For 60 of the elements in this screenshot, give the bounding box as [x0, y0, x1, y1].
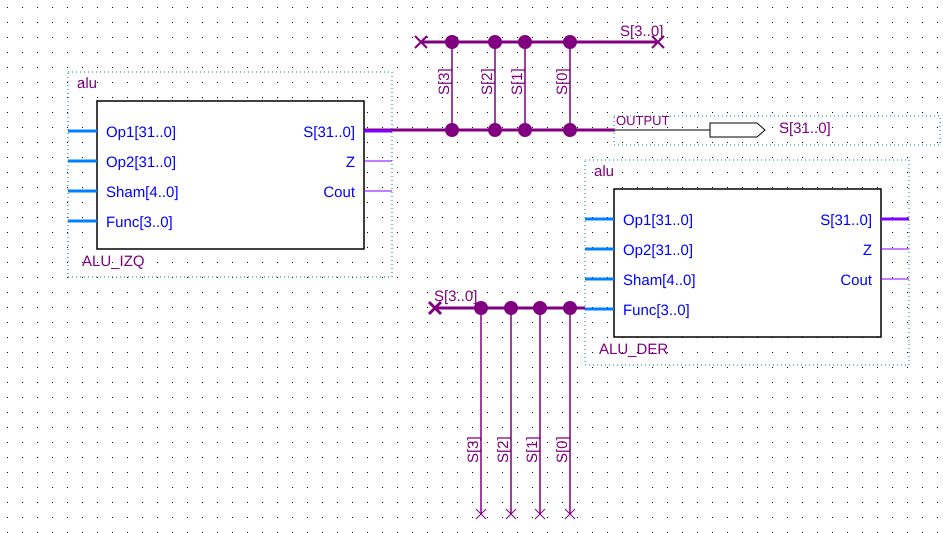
unconnected-end-icon — [506, 508, 516, 520]
tap-label: S[2] — [479, 68, 496, 95]
junction-dot — [504, 301, 518, 315]
tap-label: S[0] — [554, 436, 571, 463]
junction-dot — [518, 35, 532, 49]
junction-dot — [563, 123, 577, 137]
instance-name: ALU_IZQ — [82, 253, 145, 270]
input-port-label: Func[3..0] — [623, 302, 690, 319]
output-port-label: Cout — [840, 272, 872, 289]
unconnected-end-icon — [414, 35, 428, 49]
output-port-label: Z — [862, 242, 872, 259]
unconnected-end-icon — [564, 508, 576, 520]
bus-label: S[3..0] — [434, 288, 478, 305]
input-port-label: Sham[4..0] — [623, 272, 696, 289]
junction-dot — [563, 301, 577, 315]
pin-name: OUTPUT — [616, 113, 670, 128]
junction-dot — [445, 123, 459, 137]
pin-signal-label: S[31..0] — [779, 120, 831, 137]
tap-label: S[3] — [436, 68, 453, 95]
input-port-line — [585, 278, 614, 280]
output-port-label: S[31..0] — [303, 124, 355, 141]
input-port-label: Sham[4..0] — [106, 184, 179, 201]
unconnected-end-icon — [534, 508, 546, 520]
junction-dot — [488, 123, 502, 137]
output-pin-icon — [710, 122, 766, 138]
input-port-label: Op2[31..0] — [623, 242, 694, 259]
junction-dot — [518, 123, 532, 137]
tap-label: S[2] — [495, 436, 512, 463]
junction-dot — [488, 35, 502, 49]
input-port-line — [68, 220, 97, 222]
output-port-line — [880, 248, 910, 250]
input-port-label: Op2[31..0] — [106, 154, 176, 171]
input-port-label: Op1[31..0] — [106, 124, 176, 141]
input-port-line — [68, 190, 97, 192]
input-port-line — [585, 248, 614, 250]
instance-name: ALU_DER — [599, 341, 668, 358]
output-port-line — [364, 160, 392, 162]
unconnected-end-icon — [476, 508, 486, 520]
input-port-label: Op1[31..0] — [623, 212, 694, 229]
tap-label: S[1] — [524, 436, 541, 463]
junction-dot — [533, 301, 547, 315]
block-type-label: alu — [77, 75, 98, 92]
tap-label: S[0] — [554, 68, 571, 95]
block-type-label: alu — [594, 163, 614, 180]
input-port-line — [68, 160, 97, 162]
output-port-line — [880, 278, 910, 280]
junction-dot — [445, 35, 459, 49]
output-port-label: Cout — [323, 184, 355, 201]
input-port-line — [68, 130, 97, 132]
input-port-label: Func[3..0] — [106, 214, 173, 231]
junction-dot — [563, 35, 577, 49]
output-port-line — [364, 190, 392, 192]
output-port-label: S[31..0] — [820, 212, 872, 229]
output-port-line — [881, 218, 909, 220]
input-port-line — [585, 308, 614, 310]
bus-label: S[3..0] — [620, 23, 664, 40]
tap-label: S[3] — [465, 436, 482, 463]
output-port-label: Z — [346, 154, 355, 171]
tap-label: S[1] — [509, 68, 526, 95]
input-port-line — [585, 218, 614, 220]
